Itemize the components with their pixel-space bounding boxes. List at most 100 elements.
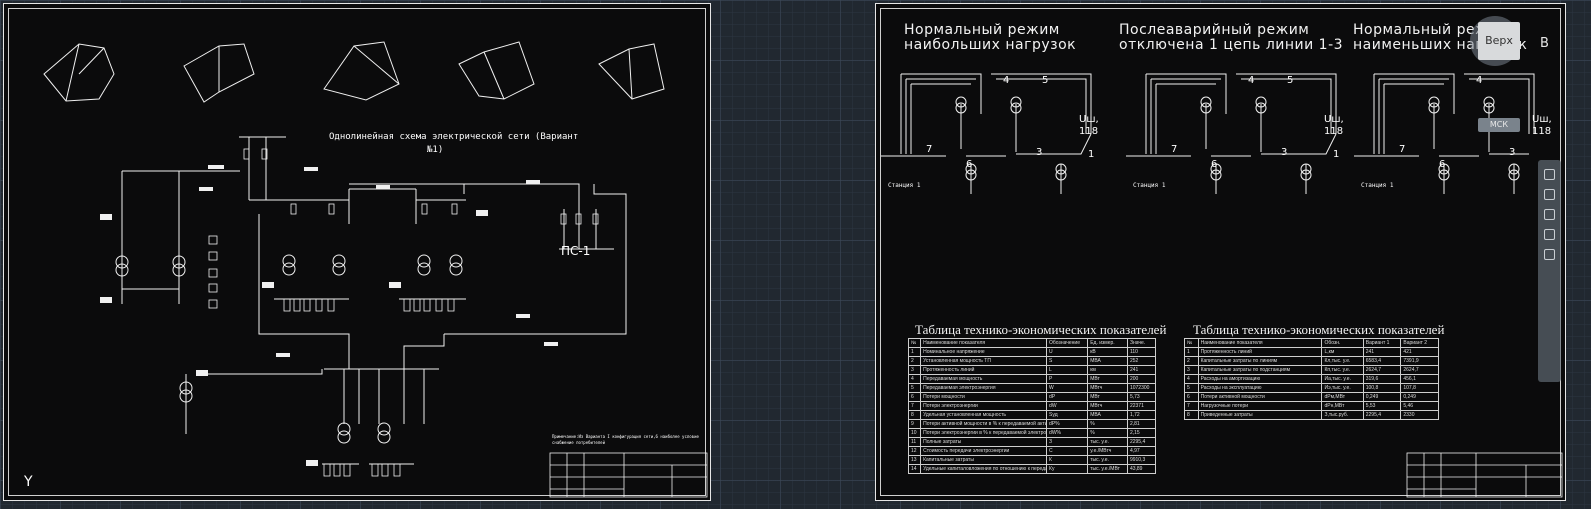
substation-label: ПС-1 xyxy=(561,244,591,258)
table-header-cell: Значе. xyxy=(1126,338,1157,348)
table-cell: Удельная установленная мощность xyxy=(920,410,1048,420)
table-cell: 2624,7 xyxy=(1400,365,1439,375)
table-cell: Капитальные затраты xyxy=(920,455,1048,465)
drawing-sheet-left[interactable]: Однолинейная схема электрической сети (В… xyxy=(3,3,711,501)
table-row: 12 Стоимость передачи электроэнергии Су.е.… xyxy=(907,446,1157,456)
bus-voltage-label: Uш, xyxy=(1532,114,1552,125)
table-cell: 241 xyxy=(1362,347,1402,357)
network-variant-sketches xyxy=(43,41,665,103)
table-cell: у.е./МВтч xyxy=(1087,446,1128,456)
table-row: 6 Потери мощности dP МВт 5,73 xyxy=(907,392,1157,402)
bus-voltage-label: Uш, xyxy=(1324,114,1344,125)
table-cell: 4,97 xyxy=(1126,446,1157,456)
table-cell: 1072300 xyxy=(1126,383,1157,393)
table-cell: Капитальные затраты по подстанциям xyxy=(1197,365,1323,375)
table-cell: Ку xyxy=(1046,464,1089,474)
node-number: 4 xyxy=(1003,75,1010,86)
table-cell: 2624,7 xyxy=(1362,365,1402,375)
table-row: 5 Передаваемая электроэнергия W МВтч 1072300 xyxy=(907,383,1157,393)
table-cell: Удельные капиталовложения по отношению к… xyxy=(920,464,1048,474)
bus-voltage-label: Uш, xyxy=(1079,114,1099,125)
table-cell: 6 xyxy=(907,392,922,402)
table-row: 7 Потери электроэнергии dW МВтч 22371 xyxy=(907,401,1157,411)
table-cell: 319,6 xyxy=(1362,374,1402,384)
node-number: 3 xyxy=(1036,147,1043,158)
table-header-cell: № xyxy=(907,338,922,348)
table-cell: МВт xyxy=(1087,392,1128,402)
station-label: Станция 1 xyxy=(1133,182,1166,189)
table-row: 9 Потери активной мощности в % к передава… xyxy=(907,419,1157,429)
table-header-cell: Обозн. xyxy=(1321,338,1364,348)
table-cell: Кп,тыс. у.е. xyxy=(1321,365,1364,375)
table-cell: % xyxy=(1087,419,1128,429)
table-cell: 10 xyxy=(907,428,922,438)
zoom-extents-icon[interactable] xyxy=(1544,209,1555,220)
table-cell: 12 xyxy=(907,446,922,456)
bus-voltage-value: 118 xyxy=(1079,126,1099,137)
table-header-row: № Наименование показателя Обозначение Ед. и… xyxy=(907,338,1157,348)
table-cell: Передаваемая электроэнергия xyxy=(920,383,1048,393)
table-cell: 0,249 xyxy=(1362,392,1402,402)
table-header-cell: Вариант 2 xyxy=(1400,338,1439,348)
pan-icon[interactable] xyxy=(1544,189,1555,200)
table-cell: тыс. у.е./МВт xyxy=(1087,464,1128,474)
table-header-row: № Наименование показателя Обозн. Вариант 1В… xyxy=(1184,338,1439,348)
table-cell: 2 xyxy=(907,356,922,366)
table-row: 3 Протяженность линий Lкм 241 xyxy=(907,365,1157,375)
table-cell: 107,8 xyxy=(1400,383,1439,393)
ucs-menu-button[interactable]: МСК xyxy=(1478,118,1520,132)
table-cell: Приведенные затраты xyxy=(1197,410,1323,420)
node-number: 4 xyxy=(1248,75,1255,86)
viewcube-top-face[interactable]: Верх xyxy=(1478,22,1520,60)
table-cell: К xyxy=(1046,455,1089,465)
table-cell: P xyxy=(1046,374,1089,384)
table-cell: 5,53 xyxy=(1362,401,1402,411)
table-row: 10 Потери электроэнергии в % к передаваем… xyxy=(907,428,1157,438)
table-cell: 8 xyxy=(1184,410,1199,420)
node-number: 7 xyxy=(1171,144,1178,155)
table-header-cell: Ед. измер. xyxy=(1087,338,1128,348)
table-row: 2 Капитальные затраты по линиям Кл,тыс. у.… xyxy=(1184,356,1439,366)
node-number: 5 xyxy=(1042,75,1049,86)
table-row: 13 Капитальные затраты Ктыс. у.е. 9910,3 xyxy=(907,455,1157,465)
table-cell: 7 xyxy=(1184,401,1199,411)
table-header-cell: № xyxy=(1184,338,1199,348)
table-cell: 9 xyxy=(907,419,922,429)
showmotion-icon[interactable] xyxy=(1544,249,1555,260)
drawing-sheet-right[interactable]: Нормальный режим наибольших нагрузок Пос… xyxy=(875,3,1566,501)
orbit-icon[interactable] xyxy=(1544,229,1555,240)
station-label: Станция 1 xyxy=(888,182,921,189)
table-cell: 110 xyxy=(1126,347,1157,357)
tech-economic-table-1: № Наименование показателя Обозначение Ед. и… xyxy=(907,338,1157,474)
node-number: 6 xyxy=(1211,159,1218,170)
table-cell: МВт xyxy=(1087,374,1128,384)
viewcube-compass-east[interactable]: В xyxy=(1540,36,1549,51)
table-cell: 7391,9 xyxy=(1400,356,1439,366)
table-cell: L,км xyxy=(1321,347,1364,357)
table-row: 2 Установленная мощность ТП S МВА 252 xyxy=(907,356,1157,366)
table-cell: 3 xyxy=(907,365,922,375)
table-cell: 200 xyxy=(1126,374,1157,384)
diagram-title-line1: Однолинейная схема электрической сети (В… xyxy=(329,132,579,142)
table-cell: Протяженность линий xyxy=(1197,347,1323,357)
table-cell: 241 xyxy=(1126,365,1157,375)
table-cell: dW% xyxy=(1046,428,1089,438)
table-cell: 5 xyxy=(1184,383,1199,393)
table-cell: 7 xyxy=(907,401,922,411)
table-cell: 1 xyxy=(1184,347,1199,357)
table-cell: % xyxy=(1087,428,1128,438)
mode-diagram-3 xyxy=(1354,73,1535,194)
full-navigation-wheel-icon[interactable] xyxy=(1544,169,1555,180)
table-cell: Кл,тыс. у.е. xyxy=(1321,356,1364,366)
table-cell: 2,81 xyxy=(1126,419,1157,429)
table2-title: Таблица технико-экономических показателе… xyxy=(1193,322,1445,337)
table-cell: 2,15 xyxy=(1126,428,1157,438)
table-cell: Потери мощности xyxy=(920,392,1048,402)
table-cell: 100,8 xyxy=(1362,383,1402,393)
table-cell: 252 xyxy=(1126,356,1157,366)
table-cell: 2330 xyxy=(1400,410,1439,420)
navigation-bar[interactable] xyxy=(1538,160,1561,382)
table-cell: Иэ,тыс. у.е. xyxy=(1321,383,1364,393)
table-row: 1 Протяженность линий L,км 241 421 xyxy=(1184,347,1439,357)
table-row: 7 Нагрузочные потери dPн,МВт 5,53 5,46 xyxy=(1184,401,1439,411)
